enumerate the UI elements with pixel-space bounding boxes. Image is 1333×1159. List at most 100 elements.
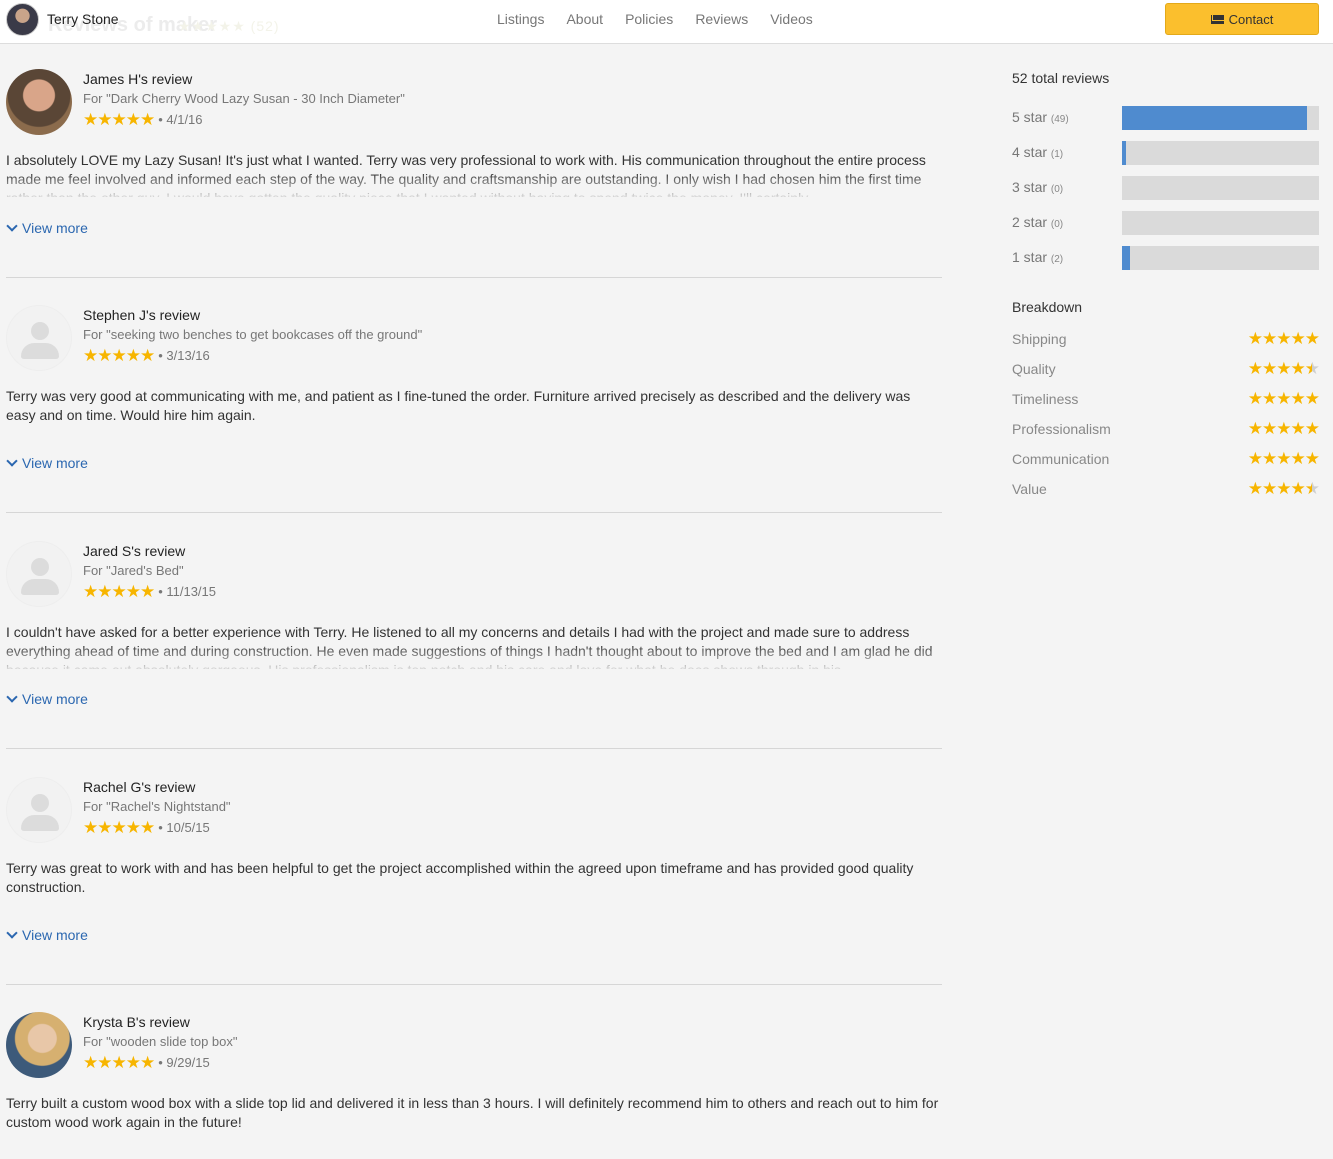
review-text: Terry built a custom wood box with a sli… [6,1095,939,1130]
breakdown-label: Professionalism [1012,421,1111,437]
distribution-bar [1122,211,1319,235]
view-more-link[interactable]: View more [6,690,88,707]
star-full-icon: ★ [1247,419,1263,438]
breakdown-stars: ★★★★★ [1248,359,1320,379]
distribution-row[interactable]: 5 star (49) [1012,105,1319,130]
review-listing: For "wooden slide top box" [83,1034,238,1049]
review-date: • 11/13/15 [158,584,217,599]
star-full-icon: ★ [1276,479,1291,498]
rating-stars: ★★★★★ [83,818,155,837]
breakdown-stars: ★★★★★ [1247,449,1320,469]
star-full-icon: ★ [1247,329,1263,348]
nav-about[interactable]: About [566,11,603,27]
nav-policies[interactable]: Policies [625,11,673,27]
star-full-icon: ★ [1290,359,1306,378]
star-full-icon: ★ [1290,479,1306,498]
chevron-down-icon [6,219,18,232]
star-full-icon: ★ [1247,479,1263,498]
breakdown-row: Timeliness ★★★★★ [1012,389,1320,409]
profile-nav: Listings About Policies Reviews Videos [497,11,813,27]
review-meta: ★★★★★ • 9/29/15 [83,1054,210,1071]
breakdown-stars: ★★★★★ [1247,419,1320,439]
review-item: James H's review For "Dark Cherry Wood L… [6,69,942,278]
maker-avatar[interactable] [6,3,39,36]
review-listing: For "Jared's Bed" [83,563,184,578]
distribution-row[interactable]: 4 star (1) [1012,140,1319,165]
contact-button[interactable]: Contact [1165,3,1319,35]
review-text: Terry was great to work with and has bee… [6,860,914,895]
star-full-icon: ★ [1247,449,1263,468]
star-full-icon: ★ [1247,389,1263,408]
reviewer-avatar[interactable] [6,777,72,843]
star-full-icon: ★ [1262,359,1277,378]
star-full-icon: ★ [1262,329,1277,348]
star-half-icon: ★ [1304,359,1320,378]
breakdown-label: Communication [1012,451,1110,467]
view-more-link[interactable]: View more [6,219,88,236]
review-text: Terry was very good at communicating wit… [6,388,911,423]
distribution-bar [1122,176,1319,200]
star-half-icon: ★ [1304,479,1320,498]
review-meta: ★★★★★ • 4/1/16 [83,111,203,128]
star-full-icon: ★ [1290,449,1306,468]
ghost-rating: ★★★★★ (52) [178,18,280,34]
breakdown-row: Value ★★★★★ [1012,479,1320,499]
distribution-label: 3 star (0) [1012,179,1064,195]
reviewer-avatar[interactable] [6,305,72,371]
review-date: • 4/1/16 [158,112,203,127]
view-more-link[interactable]: View more [6,926,88,943]
star-full-icon: ★ [1276,449,1291,468]
distribution-bar [1122,106,1319,130]
review-item: Rachel G's review For "Rachel's Nightsta… [6,777,942,985]
star-full-icon: ★ [1304,449,1320,468]
breakdown-label: Timeliness [1012,391,1079,407]
distribution-row[interactable]: 3 star (0) [1012,175,1319,200]
breakdown-stars: ★★★★★ [1247,479,1320,499]
star-full-icon: ★ [1276,419,1291,438]
maker-name[interactable]: Terry Stone [47,11,119,27]
chevron-down-icon [6,454,18,467]
review-date: • 10/5/15 [158,820,210,835]
review-date: • 9/29/15 [158,1055,210,1070]
distribution-bar-fill [1122,246,1130,270]
star-full-icon: ★ [1262,389,1277,408]
breakdown-title: Breakdown [1012,299,1083,315]
review-item: Jared S's review For "Jared's Bed" ★★★★★… [6,541,942,749]
reviewer-avatar[interactable] [6,69,72,135]
star-full-icon: ★ [1304,419,1320,438]
divider [6,512,942,513]
star-full-icon: ★ [1262,419,1277,438]
review-date: • 3/13/16 [158,348,210,363]
distribution-label: 4 star (1) [1012,144,1064,160]
distribution-bar [1122,141,1319,165]
nav-videos[interactable]: Videos [770,11,813,27]
star-full-icon: ★ [1262,449,1277,468]
distribution-label: 2 star (0) [1012,214,1064,230]
review-item: Krysta B's review For "wooden slide top … [6,1012,942,1152]
star-full-icon: ★ [1290,389,1306,408]
top-bar: Reviews of maker ★★★★★ (52) Terry Stone … [0,0,1333,44]
star-full-icon: ★ [1276,329,1291,348]
nav-listings[interactable]: Listings [497,11,544,27]
review-listing: For "Rachel's Nightstand" [83,799,231,814]
review-text: I absolutely LOVE my Lazy Susan! It's ju… [6,152,926,197]
distribution-label: 5 star (49) [1012,109,1069,125]
view-more-link[interactable]: View more [6,454,88,471]
reviewer-name: Jared S's review [83,543,186,559]
breakdown-row: Quality ★★★★★ [1012,359,1320,379]
reviewer-avatar[interactable] [6,1012,72,1078]
reviewer-name: James H's review [83,71,193,87]
review-text: I couldn't have asked for a better exper… [6,624,933,669]
nav-reviews[interactable]: Reviews [695,11,748,27]
chevron-down-icon [6,926,18,939]
reviewer-name: Krysta B's review [83,1014,190,1030]
reviewer-avatar[interactable] [6,541,72,607]
contact-label: Contact [1228,11,1274,27]
total-reviews: 52 total reviews [1012,70,1110,86]
review-meta: ★★★★★ • 10/5/15 [83,819,210,836]
envelope-icon [1210,14,1224,24]
distribution-row[interactable]: 2 star (0) [1012,210,1319,235]
distribution-row[interactable]: 1 star (2) [1012,245,1319,270]
breakdown-row: Communication ★★★★★ [1012,449,1320,469]
breakdown-label: Value [1012,481,1047,497]
